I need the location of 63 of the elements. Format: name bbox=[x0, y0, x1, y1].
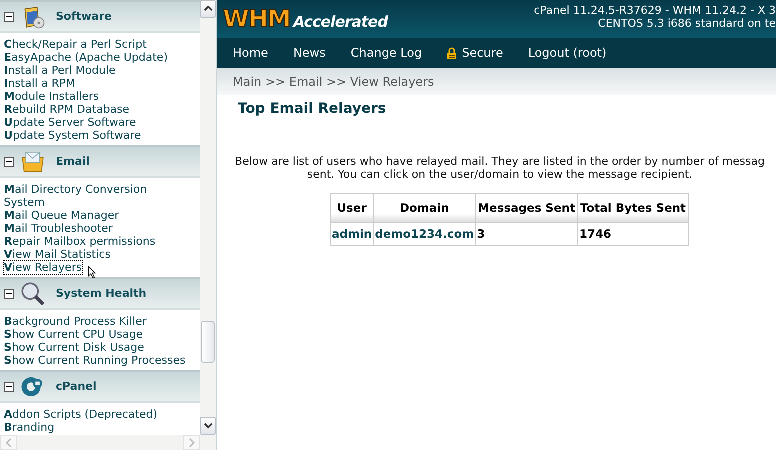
section-title: System Health bbox=[56, 287, 147, 300]
magnifier-icon bbox=[20, 280, 46, 306]
sidebar-link[interactable]: Update Server Software bbox=[4, 116, 136, 129]
collapse-toggle[interactable] bbox=[4, 156, 14, 166]
sidebar-link[interactable]: Branding bbox=[4, 421, 55, 434]
sidebar-link[interactable]: Mail Troubleshooter bbox=[4, 222, 113, 235]
nav-link[interactable]: News bbox=[293, 46, 326, 60]
scroll-up-button[interactable] bbox=[200, 0, 216, 18]
sidebar-link[interactable]: Rebuild RPM Database bbox=[4, 103, 130, 116]
vertical-scrollbar[interactable] bbox=[200, 0, 216, 435]
sidebar-link[interactable]: Update System Software bbox=[4, 129, 142, 142]
table-link[interactable]: admin bbox=[330, 222, 374, 246]
page-title: Top Email Relayers bbox=[238, 101, 388, 117]
sidebar-link[interactable]: Repair Mailbox permissions bbox=[4, 235, 156, 248]
sidebar-link[interactable]: View Mail Statistics bbox=[4, 248, 111, 261]
column-header: Domain bbox=[374, 194, 476, 222]
mouse-pointer-icon bbox=[88, 266, 97, 279]
description-text: Below are list of users who have relayed mail. They are listed in the order by number of messag bbox=[235, 155, 765, 168]
logo-text: WHM bbox=[223, 5, 290, 33]
nav-link[interactable]: Secure bbox=[447, 46, 504, 60]
nav-link[interactable]: Logout (root) bbox=[528, 46, 607, 60]
table-cell: 1746 bbox=[578, 222, 689, 246]
collapse-toggle[interactable] bbox=[4, 12, 14, 22]
description-text: sent. You can click on the user/domain to view the message recipient. bbox=[307, 168, 693, 181]
section-header[interactable]: cPanel bbox=[0, 370, 200, 403]
section-title: Software bbox=[56, 10, 112, 23]
collapse-toggle[interactable] bbox=[4, 288, 14, 298]
chevron-down-icon bbox=[204, 423, 212, 429]
section-header[interactable]: Software bbox=[0, 0, 200, 33]
sidebar-link[interactable]: Show Current Running Processes bbox=[4, 354, 186, 367]
logo-subtitle: Accelerated bbox=[293, 13, 388, 31]
scroll-down-button[interactable] bbox=[200, 417, 216, 435]
chevron-right-icon bbox=[188, 438, 194, 448]
collapse-toggle[interactable] bbox=[4, 382, 14, 392]
column-header: User bbox=[330, 194, 374, 222]
section-header[interactable]: Email bbox=[0, 145, 200, 178]
sidebar-link[interactable]: Install a RPM bbox=[4, 77, 76, 90]
sidebar-link[interactable]: Module Installers bbox=[4, 90, 100, 103]
sidebar-link[interactable]: Mail Queue Manager bbox=[4, 209, 120, 222]
table-link[interactable]: demo1234.com bbox=[374, 222, 476, 246]
sidebar-link[interactable]: Check/Repair a Perl Script bbox=[4, 38, 147, 51]
table-cell: 3 bbox=[476, 222, 578, 246]
section-title: cPanel bbox=[56, 380, 97, 393]
sidebar-link[interactable]: Install a Perl Module bbox=[4, 64, 116, 77]
sidebar-link[interactable]: Addon Scripts (Deprecated) bbox=[4, 408, 158, 421]
sidebar-link[interactable]: View Relayers bbox=[4, 261, 82, 274]
lock-icon bbox=[447, 46, 458, 60]
chevron-left-icon bbox=[6, 438, 12, 448]
chevron-up-icon bbox=[204, 6, 212, 12]
column-header: Total Bytes Sent bbox=[578, 194, 689, 222]
sidebar-link[interactable]: Show Current Disk Usage bbox=[4, 341, 144, 354]
sidebar-link[interactable]: Background Process Killer bbox=[4, 315, 147, 328]
scrollbar-thumb[interactable] bbox=[201, 321, 215, 363]
column-header: Messages Sent bbox=[476, 194, 578, 222]
section-header[interactable]: System Health bbox=[0, 277, 200, 310]
section-title: Email bbox=[56, 155, 90, 168]
sidebar-link[interactable]: Show Current CPU Usage bbox=[4, 328, 144, 341]
version-info: CENTOS 5.3 i686 standard on te bbox=[598, 17, 776, 30]
sidebar-link[interactable]: EasyApache (Apache Update) bbox=[4, 51, 168, 64]
version-info: cPanel 11.24.5-R37629 - WHM 11.24.2 - X 3 bbox=[534, 4, 776, 17]
nav-link[interactable]: Home bbox=[233, 46, 268, 60]
breadcrumb: Main >> Email >> View Relayers bbox=[233, 74, 434, 88]
nav-link[interactable]: Change Log bbox=[350, 46, 422, 60]
